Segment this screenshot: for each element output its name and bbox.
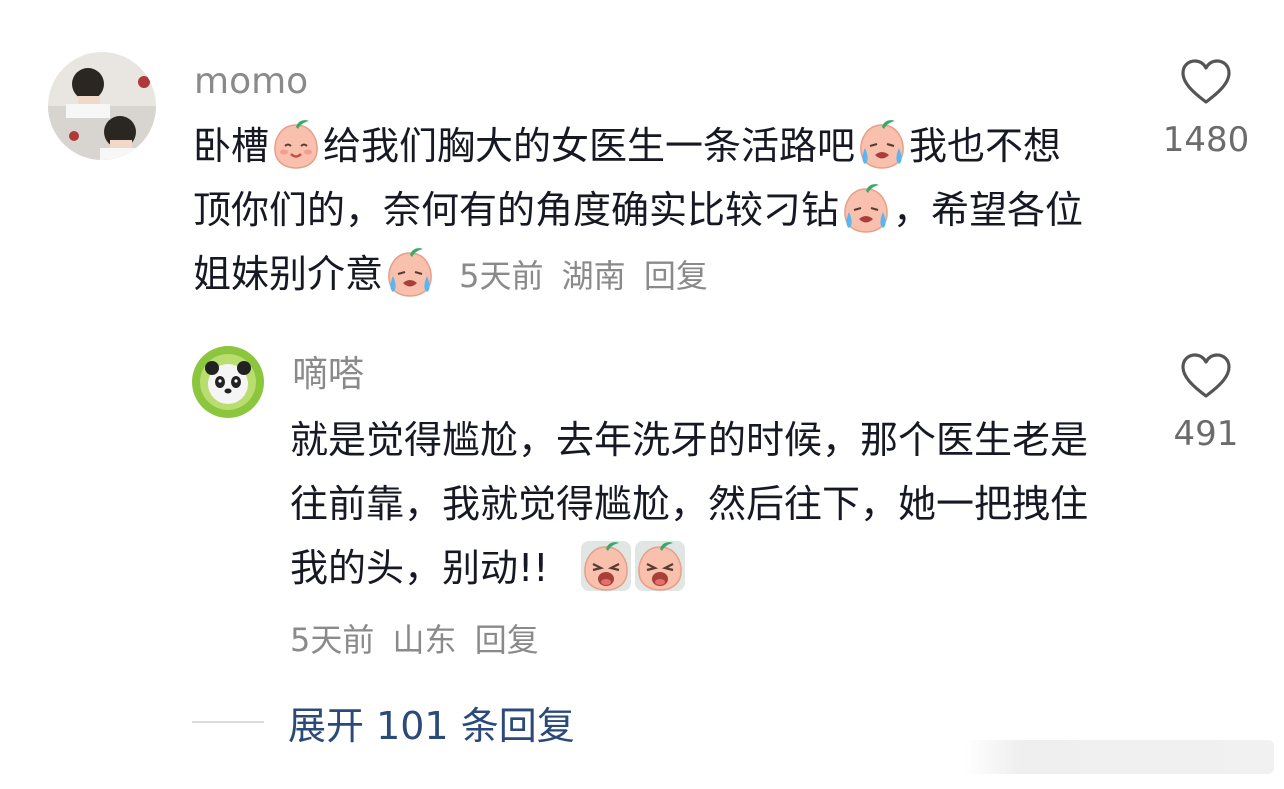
- heart-icon: [1181, 353, 1231, 398]
- expand-replies-label[interactable]: 展开 101 条回复: [288, 695, 575, 750]
- comment-time: 5天前: [459, 257, 544, 295]
- comment-meta: 5天前 湖南 回复: [459, 257, 716, 295]
- shouting-peach-emoji: [634, 541, 685, 591]
- crying-peach-emoji: [860, 120, 904, 169]
- expand-replies-button[interactable]: 展开 101 条回复: [192, 700, 575, 748]
- crying-peach-emoji: [388, 248, 432, 297]
- expand-divider-line: [192, 721, 264, 723]
- comment-meta: 5天前 山东 回复: [290, 620, 547, 660]
- like-count: 491: [1173, 414, 1239, 454]
- comment-text-segment: 卧槽: [193, 124, 270, 168]
- comment-text-segment: 给我们胸大的女医生一条活路吧: [323, 124, 856, 168]
- comment-username[interactable]: 嘀嗒: [292, 355, 364, 395]
- shouting-peach-emoji: [580, 541, 631, 591]
- like-button[interactable]: 1480: [1156, 58, 1256, 160]
- scroll-indicator[interactable]: [964, 740, 1274, 774]
- reply-button[interactable]: 回复: [475, 621, 539, 659]
- reply-button[interactable]: 回复: [644, 257, 708, 295]
- comment-section: momo 卧槽 给我们胸大的女医生一条活路吧 我也不想顶你们的，奈何有的角度确实比较…: [0, 0, 1284, 789]
- avatar-dida[interactable]: [192, 346, 264, 418]
- comment-location: 山东: [392, 621, 457, 659]
- like-button[interactable]: 491: [1156, 352, 1256, 454]
- comment-location: 湖南: [561, 257, 626, 295]
- smile-peach-emoji: [274, 120, 318, 169]
- comment-text: 就是觉得尴尬，去年洗牙的时候，那个医生老是往前靠，我就觉得尴尬，然后往下，她一把…: [290, 408, 1100, 600]
- avatar-momo[interactable]: [48, 52, 156, 160]
- like-count: 1480: [1162, 120, 1250, 160]
- comment-time: 5天前: [290, 621, 375, 659]
- crying-peach-emoji: [844, 184, 888, 233]
- comment-text: 卧槽 给我们胸大的女医生一条活路吧 我也不想顶你们的，奈何有的角度确实比较刁钻 ，希望…: [193, 114, 1093, 308]
- comment-text-segment: 就是觉得尴尬，去年洗牙的时候，那个医生老是往前靠，我就觉得尴尬，然后往下，她一把…: [290, 418, 1089, 590]
- comment-username[interactable]: momo: [194, 62, 308, 102]
- heart-icon: [1181, 59, 1231, 104]
